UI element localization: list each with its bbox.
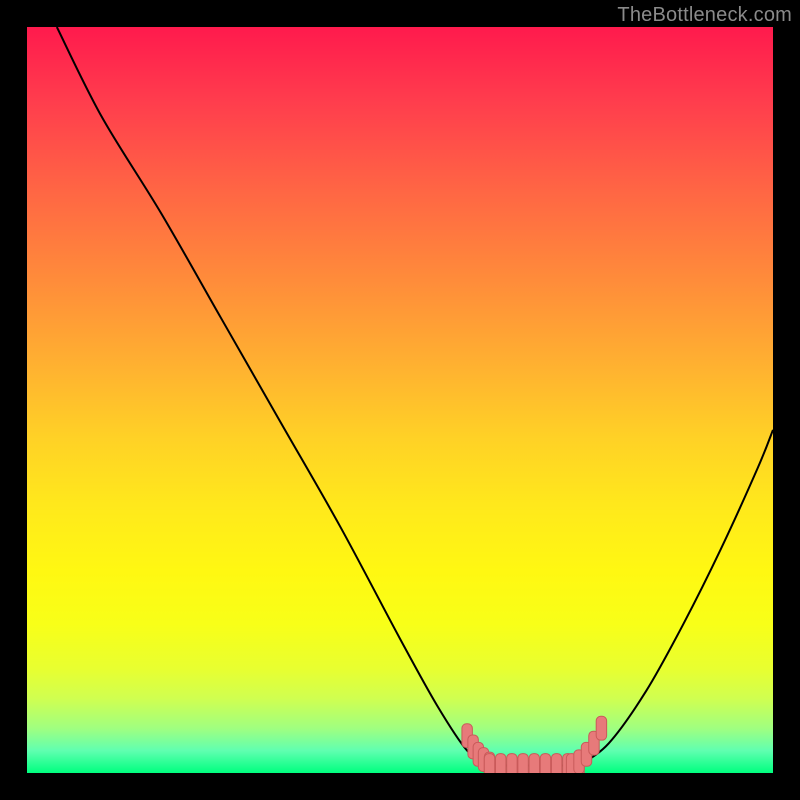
optimal-range-marker: [495, 754, 505, 773]
optimal-range-marker: [596, 716, 606, 740]
watermark-label: TheBottleneck.com: [617, 4, 792, 27]
optimal-range-marker: [529, 754, 539, 773]
curve-left-path: [57, 27, 491, 767]
optimal-range-marker: [518, 754, 528, 773]
plot-gradient-background: [27, 27, 773, 773]
optimal-range-marker: [507, 754, 517, 773]
chart-container: TheBottleneck.com: [0, 0, 800, 800]
optimal-range-marker: [484, 754, 494, 773]
optimal-range-marker: [551, 754, 561, 773]
curve-right-path: [577, 430, 773, 767]
optimal-range-marker: [540, 754, 550, 773]
bottleneck-curve: [27, 27, 773, 773]
